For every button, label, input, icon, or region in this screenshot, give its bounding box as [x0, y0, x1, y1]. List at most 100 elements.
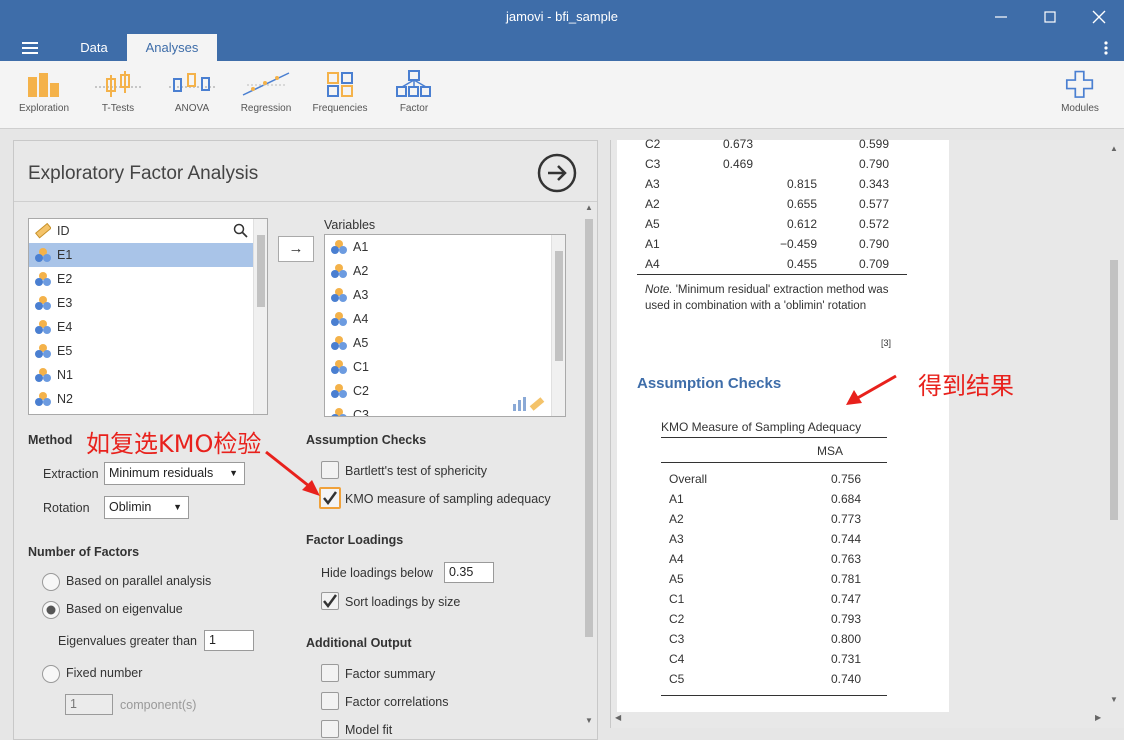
frequencies-button[interactable]: Frequencies	[303, 69, 377, 114]
method-heading: Method	[28, 433, 73, 447]
divider	[14, 201, 597, 202]
scroll-up-icon[interactable]: ▲	[1107, 144, 1121, 153]
assumption-checks-results-heading: Assumption Checks	[637, 375, 782, 392]
continuous-variable-icon	[331, 288, 347, 302]
scroll-up-icon[interactable]: ▲	[582, 203, 596, 212]
factor-summary-checkbox[interactable]	[321, 664, 339, 682]
ttests-button[interactable]: T-Tests	[81, 69, 155, 114]
loading-cell-name: C2	[645, 137, 661, 151]
list-item[interactable]: A3	[325, 283, 565, 307]
eigenvalues-greater-input[interactable]: 1	[204, 630, 254, 651]
kmo-row-msa: 0.793	[830, 612, 861, 626]
extraction-value: Minimum residuals	[109, 466, 214, 480]
model-fit-checkbox[interactable]	[321, 720, 339, 738]
factor-correlations-label: Factor correlations	[345, 695, 449, 709]
modules-button[interactable]: Modules	[1043, 69, 1117, 114]
variables-list[interactable]: A1 A2 A3 A4 A5 C1 C2 C3	[324, 234, 566, 417]
list-item[interactable]: ID	[29, 219, 267, 243]
run-analysis-button[interactable]	[536, 152, 578, 194]
factor-button[interactable]: Factor	[377, 69, 451, 114]
continuous-variable-icon	[35, 392, 51, 406]
list-item[interactable]: A1	[325, 235, 565, 259]
extraction-select[interactable]: Minimum residuals ▼	[104, 462, 245, 485]
hide-loadings-input[interactable]: 0.35	[444, 562, 494, 583]
continuous-variable-icon	[35, 320, 51, 334]
parallel-analysis-radio[interactable]	[42, 573, 60, 591]
loading-cell-name: C3	[645, 157, 661, 171]
scroll-right-icon[interactable]: ▶	[1095, 713, 1101, 722]
variable-types-icon	[513, 397, 545, 411]
variables-list-scrollbar[interactable]	[551, 235, 565, 416]
options-panel-scrollbar[interactable]: ▲ ▼	[582, 203, 596, 725]
additional-output-heading: Additional Output	[306, 636, 412, 650]
kmo-row-msa: 0.744	[830, 532, 861, 546]
factor-summary-label: Factor summary	[345, 667, 436, 681]
arrow-right-circle-icon	[537, 153, 577, 193]
list-item[interactable]: A4	[325, 307, 565, 331]
list-item[interactable]: E4	[29, 315, 267, 339]
list-item[interactable]: A2	[325, 259, 565, 283]
fixed-number-input[interactable]: 1	[65, 694, 113, 715]
variables-header: Variables	[324, 218, 376, 232]
loading-cell-uniq: 0.790	[858, 237, 889, 251]
factor-correlations-checkbox[interactable]	[321, 692, 339, 710]
close-button[interactable]	[1090, 8, 1108, 26]
list-item[interactable]: E5	[29, 339, 267, 363]
results-scrollbar[interactable]: ▲ ▼	[1107, 140, 1121, 712]
list-item[interactable]: E1	[29, 243, 267, 267]
exploration-button[interactable]: Exploration	[7, 69, 81, 114]
source-list-scrollbar[interactable]	[253, 219, 267, 414]
regression-button[interactable]: Regression	[229, 69, 303, 114]
modules-label: Modules	[1061, 103, 1099, 114]
continuous-variable-icon	[35, 344, 51, 358]
kmo-row-msa: 0.763	[830, 552, 861, 566]
kmo-row-msa: 0.684	[830, 492, 861, 506]
scroll-down-icon[interactable]: ▼	[1107, 695, 1121, 704]
list-item-label: ID	[57, 224, 70, 238]
more-options-button[interactable]	[1100, 40, 1112, 56]
scroll-left-icon[interactable]: ◀	[615, 713, 621, 722]
kmo-row-name: C2	[669, 612, 685, 626]
list-item[interactable]: N1	[29, 363, 267, 387]
kmo-row-name: C5	[669, 672, 685, 686]
move-to-variables-button[interactable]: →	[278, 236, 314, 262]
frequencies-label: Frequencies	[312, 103, 368, 114]
list-item-label: C3	[353, 408, 369, 417]
loading-cell-uniq: 0.790	[858, 157, 889, 171]
kmo-row-name: A5	[669, 572, 684, 586]
loading-cell-uniq: 0.577	[858, 197, 889, 211]
kmo-row-name: A4	[669, 552, 684, 566]
search-icon[interactable]	[233, 223, 249, 239]
list-item[interactable]: E2	[29, 267, 267, 291]
tab-data[interactable]: Data	[66, 40, 122, 55]
scrollbar-thumb[interactable]	[257, 235, 265, 307]
regression-icon	[242, 72, 290, 96]
kmo-row-msa: 0.740	[830, 672, 861, 686]
kmo-row-msa: 0.731	[830, 652, 861, 666]
note-prefix: Note.	[645, 284, 673, 296]
eigenvalue-radio[interactable]	[42, 601, 60, 619]
kmo-row-msa: 0.800	[830, 632, 861, 646]
anova-button[interactable]: ANOVA	[155, 69, 229, 114]
scrollbar-thumb[interactable]	[555, 251, 563, 361]
loading-cell-f1: 0.469	[722, 157, 753, 171]
source-variable-list[interactable]: ID E1 E2 E3 E4 E5 N1 N2	[28, 218, 268, 415]
scrollbar-thumb[interactable]	[1110, 260, 1118, 520]
tab-analyses[interactable]: Analyses	[127, 34, 217, 61]
scroll-down-icon[interactable]: ▼	[582, 716, 596, 725]
results-hscrollbar[interactable]: ◀ ▶	[611, 712, 1107, 726]
list-item[interactable]: E3	[29, 291, 267, 315]
list-item[interactable]: A5	[325, 331, 565, 355]
kmo-row-name: Overall	[669, 472, 708, 486]
minimize-button[interactable]	[992, 8, 1010, 26]
menu-button[interactable]	[22, 41, 40, 55]
list-item[interactable]: C1	[325, 355, 565, 379]
scrollbar-thumb[interactable]	[585, 219, 593, 637]
maximize-button[interactable]	[1041, 8, 1059, 26]
annotation-right-text: 得到结果	[918, 372, 1014, 400]
regression-label: Regression	[240, 103, 292, 114]
sort-loadings-checkbox[interactable]	[321, 592, 339, 610]
list-item[interactable]: N2	[29, 387, 267, 411]
fixed-number-radio[interactable]	[42, 665, 60, 683]
rotation-select[interactable]: Oblimin ▼	[104, 496, 189, 519]
